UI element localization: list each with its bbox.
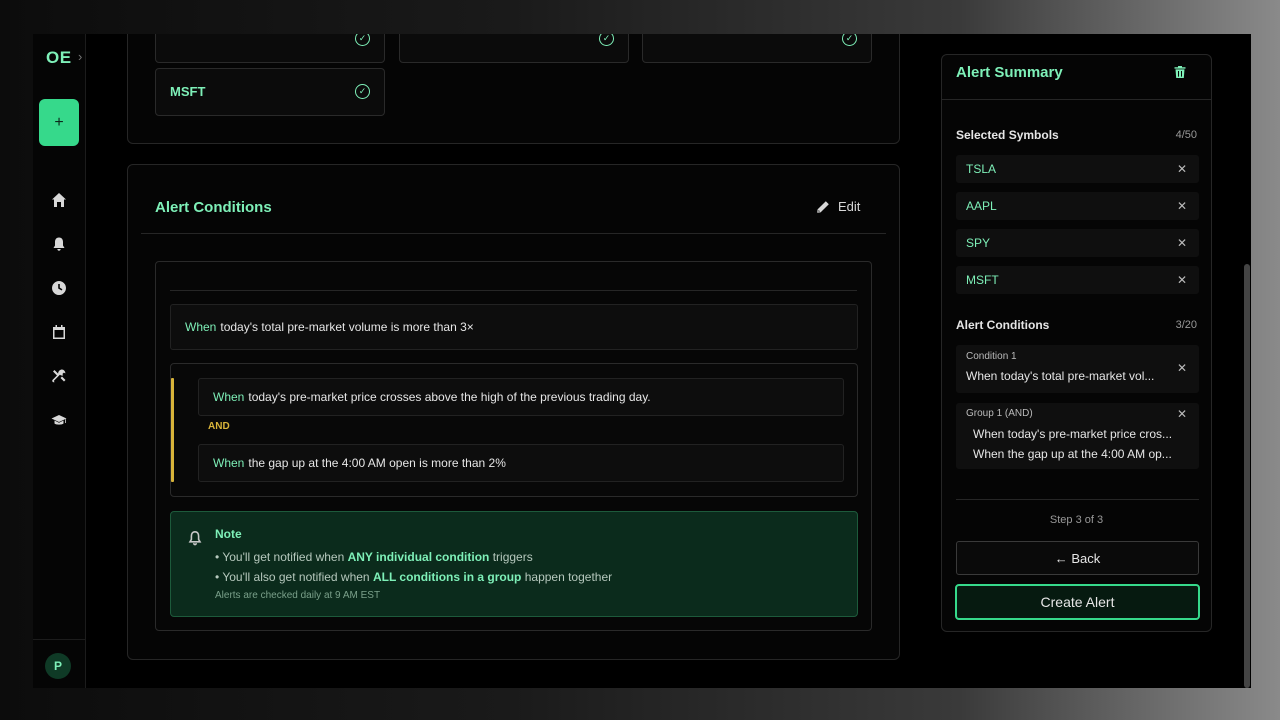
- condition-text: the gap up at the 4:00 AM open is more t…: [248, 456, 506, 470]
- group-label: Group 1 (AND): [966, 408, 1033, 419]
- note-title: Note: [215, 527, 242, 541]
- condition-group: When today's pre-market price crosses ab…: [170, 363, 858, 497]
- note-line-2: • You'll also get notified when ALL cond…: [215, 570, 612, 584]
- note-emphasis: ALL conditions in a group: [372, 570, 522, 584]
- symbol-tile[interactable]: ✓: [642, 34, 872, 63]
- symbol-chip-label: AAPL: [966, 199, 997, 213]
- calendar-icon[interactable]: [50, 323, 68, 341]
- alert-conditions-title: Alert Conditions: [155, 199, 272, 216]
- tools-icon[interactable]: [50, 367, 68, 385]
- condition-label: Condition 1: [966, 351, 1017, 362]
- summary-divider: [956, 499, 1199, 500]
- scrollbar[interactable]: [1244, 264, 1250, 688]
- new-alert-button[interactable]: +: [39, 99, 79, 146]
- conditions-container: When today's total pre-market volume is …: [155, 261, 872, 631]
- app-window: OE › + P ✓ ✓ ✓ MSFT ✓ Alert Conditions E…: [33, 34, 1251, 688]
- group-condition-row[interactable]: When today's pre-market price crosses ab…: [198, 378, 844, 416]
- symbols-card: ✓ ✓ ✓ MSFT ✓: [127, 34, 900, 144]
- when-keyword: When: [213, 390, 245, 404]
- selected-symbols-label: Selected Symbols: [956, 128, 1059, 142]
- selected-symbols-count: 4/50: [1175, 129, 1197, 141]
- symbol-chip: SPY ✕: [956, 229, 1199, 257]
- container-divider: [170, 290, 857, 291]
- note-footnote: Alerts are checked daily at 9 AM EST: [215, 590, 381, 601]
- group-condition-row[interactable]: When the gap up at the 4:00 AM open is m…: [198, 444, 844, 482]
- close-icon[interactable]: ✕: [1177, 199, 1187, 213]
- symbol-chip: TSLA ✕: [956, 155, 1199, 183]
- symbol-chip-label: SPY: [966, 236, 991, 250]
- alert-summary-panel: Alert Summary Selected Symbols 4/50 TSLA…: [941, 54, 1212, 632]
- symbol-chip: MSFT ✕: [956, 266, 1199, 294]
- sidebar-divider: [33, 639, 86, 640]
- sidebar: OE › + P: [33, 34, 86, 688]
- note-text: • You'll get notified when: [215, 550, 348, 564]
- check-icon: ✓: [355, 34, 370, 46]
- close-icon[interactable]: ✕: [1177, 273, 1187, 287]
- edit-conditions-button[interactable]: Edit: [816, 199, 860, 214]
- condition-text: When today's total pre-market vol...: [966, 369, 1155, 383]
- note-text: triggers: [489, 550, 533, 564]
- close-icon[interactable]: ✕: [1177, 236, 1187, 250]
- bell-icon[interactable]: [50, 235, 68, 253]
- symbol-tile[interactable]: ✓: [399, 34, 629, 63]
- symbol-tile-msft[interactable]: MSFT ✓: [155, 68, 385, 116]
- app-logo: OE: [46, 48, 72, 67]
- trash-icon[interactable]: [1173, 65, 1187, 79]
- group-condition-text: When today's pre-market price cros...: [973, 427, 1173, 441]
- note-line-1: • You'll get notified when ANY individua…: [215, 550, 533, 564]
- when-keyword: When: [213, 456, 245, 470]
- alert-summary-title: Alert Summary: [956, 64, 1063, 81]
- check-icon: ✓: [599, 34, 614, 46]
- close-icon[interactable]: ✕: [1177, 407, 1187, 421]
- summary-conditions-count: 3/20: [1175, 319, 1197, 331]
- check-icon: ✓: [842, 34, 857, 46]
- group-condition-text: When the gap up at the 4:00 AM op...: [973, 447, 1172, 461]
- symbol-chip-label: TSLA: [966, 162, 997, 176]
- note-emphasis: ANY individual condition: [347, 550, 490, 564]
- check-icon: ✓: [355, 84, 370, 99]
- symbol-chip-label: MSFT: [966, 273, 999, 287]
- close-icon[interactable]: ✕: [1177, 361, 1187, 375]
- condition-row[interactable]: When today's total pre-market volume is …: [170, 304, 858, 350]
- note-text: • You'll also get notified when: [215, 570, 373, 584]
- symbol-chip: AAPL ✕: [956, 192, 1199, 220]
- clock-icon[interactable]: [50, 279, 68, 297]
- when-keyword: When: [185, 320, 217, 334]
- group-indicator-bar: [171, 378, 174, 482]
- summary-group-card: Group 1 (AND) ✕ When today's pre-market …: [956, 403, 1199, 469]
- back-button[interactable]: ← Back: [956, 541, 1199, 575]
- summary-divider: [942, 99, 1211, 100]
- edit-label: Edit: [838, 199, 861, 214]
- bell-icon: [187, 530, 203, 546]
- user-avatar[interactable]: P: [45, 653, 71, 679]
- condition-text: today's total pre-market volume is more …: [220, 320, 474, 334]
- create-alert-button[interactable]: Create Alert: [955, 584, 1200, 620]
- symbol-tile-label: MSFT: [170, 84, 206, 99]
- section-divider: [141, 233, 886, 234]
- close-icon[interactable]: ✕: [1177, 162, 1187, 176]
- symbol-tile[interactable]: ✓: [155, 34, 385, 63]
- note-box: Note • You'll get notified when ANY indi…: [170, 511, 858, 617]
- graduation-cap-icon[interactable]: [50, 411, 68, 429]
- home-icon[interactable]: [50, 191, 68, 209]
- condition-text: today's pre-market price crosses above t…: [248, 390, 651, 404]
- summary-condition-card: Condition 1 When today's total pre-marke…: [956, 345, 1199, 393]
- summary-conditions-label: Alert Conditions: [956, 318, 1050, 332]
- note-text: happen together: [521, 570, 613, 584]
- alert-conditions-card: Alert Conditions Edit When today's total…: [127, 164, 900, 660]
- sidebar-expand-icon[interactable]: ›: [78, 49, 82, 64]
- step-indicator: Step 3 of 3: [1049, 514, 1104, 526]
- pencil-icon: [817, 200, 829, 213]
- and-operator: AND: [208, 421, 230, 432]
